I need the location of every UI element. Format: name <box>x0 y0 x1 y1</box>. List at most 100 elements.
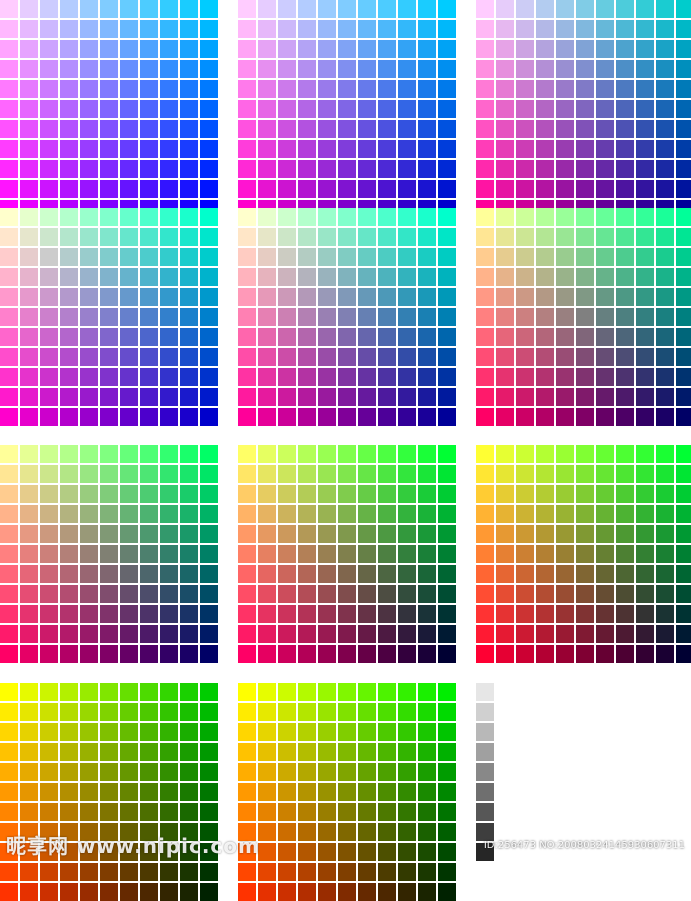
color-swatch <box>338 783 356 801</box>
color-swatch <box>418 0 436 18</box>
color-swatch <box>298 545 316 563</box>
color-swatch <box>378 565 396 583</box>
color-swatch <box>238 80 256 98</box>
color-swatch <box>576 208 594 226</box>
color-swatch <box>358 723 376 741</box>
color-swatch <box>140 80 158 98</box>
color-swatch <box>398 565 416 583</box>
color-swatch <box>338 248 356 266</box>
color-swatch <box>636 445 654 463</box>
color-swatch <box>258 565 276 583</box>
color-swatch <box>398 703 416 721</box>
color-swatch <box>398 763 416 781</box>
color-swatch <box>636 60 654 78</box>
color-swatch <box>100 180 118 198</box>
color-swatch <box>238 60 256 78</box>
color-swatch <box>576 100 594 118</box>
color-swatch <box>476 485 494 503</box>
color-swatch <box>476 60 494 78</box>
color-swatch <box>0 388 18 406</box>
color-swatch <box>298 525 316 543</box>
color-swatch <box>438 308 456 326</box>
color-swatch <box>318 763 336 781</box>
color-swatch <box>338 388 356 406</box>
color-swatch <box>200 388 218 406</box>
color-swatch <box>140 743 158 761</box>
color-swatch <box>60 703 78 721</box>
color-swatch <box>318 328 336 346</box>
color-swatch <box>180 308 198 326</box>
color-swatch <box>676 0 691 18</box>
color-swatch <box>298 228 316 246</box>
color-swatch <box>318 160 336 178</box>
color-swatch <box>358 883 376 901</box>
color-swatch <box>378 100 396 118</box>
color-swatch <box>358 445 376 463</box>
color-swatch <box>596 348 614 366</box>
color-swatch <box>516 100 534 118</box>
color-swatch <box>20 20 38 38</box>
color-swatch <box>0 160 18 178</box>
color-swatch <box>556 445 574 463</box>
color-swatch <box>120 485 138 503</box>
color-swatch <box>80 585 98 603</box>
color-swatch <box>378 368 396 386</box>
color-swatch <box>338 120 356 138</box>
color-swatch <box>318 208 336 226</box>
color-swatch <box>140 525 158 543</box>
color-swatch <box>60 645 78 663</box>
color-swatch <box>278 408 296 426</box>
color-swatch <box>40 20 58 38</box>
color-swatch <box>100 140 118 158</box>
color-swatch <box>596 40 614 58</box>
color-swatch <box>298 208 316 226</box>
color-swatch <box>398 368 416 386</box>
color-swatch <box>496 585 514 603</box>
color-swatch <box>438 645 456 663</box>
color-swatch <box>258 743 276 761</box>
color-swatch <box>418 703 436 721</box>
color-swatch <box>358 120 376 138</box>
color-swatch <box>318 545 336 563</box>
color-swatch <box>616 605 634 623</box>
color-swatch <box>160 348 178 366</box>
color-swatch <box>536 605 554 623</box>
color-swatch <box>40 60 58 78</box>
color-swatch <box>0 20 18 38</box>
color-swatch <box>338 348 356 366</box>
color-swatch <box>418 723 436 741</box>
color-swatch <box>60 80 78 98</box>
color-swatch <box>100 783 118 801</box>
color-swatch <box>398 348 416 366</box>
color-swatch <box>318 100 336 118</box>
color-swatch <box>496 20 514 38</box>
color-swatch <box>516 388 534 406</box>
color-swatch <box>338 525 356 543</box>
color-swatch <box>60 585 78 603</box>
color-swatch <box>438 180 456 198</box>
color-swatch <box>238 743 256 761</box>
color-swatch <box>418 208 436 226</box>
color-swatch <box>556 525 574 543</box>
color-swatch <box>358 843 376 861</box>
color-swatch <box>438 348 456 366</box>
color-swatch <box>140 565 158 583</box>
color-swatch <box>596 445 614 463</box>
color-swatch <box>418 40 436 58</box>
color-swatch <box>60 20 78 38</box>
color-swatch <box>636 605 654 623</box>
color-swatch <box>378 803 396 821</box>
color-swatch <box>318 883 336 901</box>
color-swatch <box>200 445 218 463</box>
color-swatch <box>556 585 574 603</box>
color-swatch <box>180 525 198 543</box>
color-swatch <box>476 605 494 623</box>
color-swatch <box>140 0 158 18</box>
color-swatch <box>418 863 436 881</box>
color-swatch <box>20 80 38 98</box>
color-swatch <box>516 60 534 78</box>
color-swatch <box>100 703 118 721</box>
color-swatch <box>398 465 416 483</box>
color-swatch <box>0 328 18 346</box>
color-swatch <box>338 408 356 426</box>
